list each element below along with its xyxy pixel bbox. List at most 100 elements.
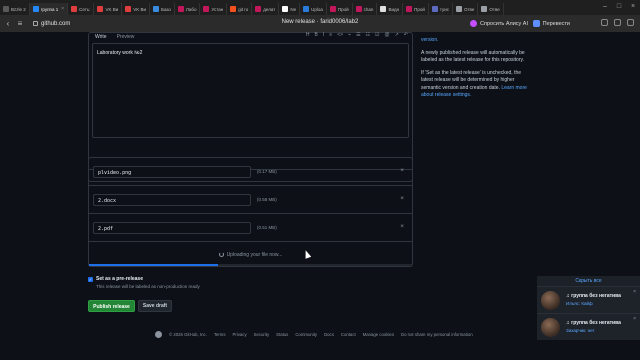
browser-tab[interactable]: Сеть: <box>68 3 95 15</box>
toolbar-icon[interactable]: ☑ <box>375 32 379 38</box>
translate-button[interactable]: Перевести <box>532 18 570 29</box>
prerelease-checkbox[interactable]: ✓ <box>88 277 93 282</box>
tab-write[interactable]: Write <box>95 34 107 40</box>
alice-button[interactable]: Спросить Алису AI <box>470 18 528 29</box>
close-icon[interactable]: × <box>633 316 636 322</box>
remove-file-icon[interactable]: × <box>400 167 404 174</box>
maximize-icon[interactable]: □ <box>612 0 626 15</box>
extensions-icon[interactable] <box>614 19 621 26</box>
footer-link[interactable]: Terms <box>214 332 226 337</box>
close-window-icon[interactable]: × <box>626 0 640 15</box>
footer-link[interactable]: Security <box>254 332 270 337</box>
upload-progress-fill <box>89 264 219 266</box>
browser-tab[interactable]: Bzzle 2 <box>0 3 30 15</box>
tab-favicon-icon <box>455 6 462 12</box>
bookmark-icon[interactable] <box>601 19 608 26</box>
toolbar-icon[interactable]: H <box>306 32 310 38</box>
browser-tab[interactable]: chan <box>353 3 378 15</box>
browser-tab[interactable]: Отве <box>478 3 504 15</box>
tab-favicon-icon <box>177 6 184 12</box>
browser-tab[interactable]: Базо <box>150 3 175 15</box>
url-field[interactable]: github.com <box>28 18 75 30</box>
browser-tab[interactable]: VK Ви <box>94 3 123 15</box>
page-footer: © 2026 GitHub, Inc. Terms Privacy Security S… <box>155 331 473 338</box>
window-controls: – □ × <box>598 0 640 15</box>
copyright: © 2026 GitHub, Inc. <box>169 332 207 337</box>
back-icon[interactable]: ‹ <box>4 19 12 29</box>
description-textarea[interactable]: Laboratory work №2 <box>92 43 409 138</box>
browser-tab-label: git ro <box>238 6 249 12</box>
browser-tab[interactable]: делат <box>252 3 280 15</box>
prerelease-label[interactable]: Set as a pre-release <box>96 276 143 282</box>
footer-link[interactable]: Contact <box>341 332 356 337</box>
browser-tab[interactable]: Uploa <box>300 3 327 15</box>
tab-favicon-icon <box>303 6 310 12</box>
toolbar-icon[interactable]: ↗ <box>395 32 399 38</box>
browser-tab[interactable]: Отве <box>453 3 479 15</box>
download-icon[interactable] <box>627 19 634 26</box>
notification-message: Ильяс: Кайф <box>566 301 593 306</box>
footer-link[interactable]: Docs <box>324 332 334 337</box>
menu-icon[interactable]: ≡ <box>16 19 24 29</box>
toolbar-icon[interactable]: ☷ <box>366 32 370 38</box>
browser-tab[interactable]: VK Ви <box>122 3 150 15</box>
close-tab-icon[interactable]: × <box>61 6 64 12</box>
footer-link[interactable]: Manage cookies <box>363 332 394 337</box>
toolbar-icon[interactable]: ↶ <box>404 32 408 38</box>
toolbar-icon[interactable]: ≡ <box>329 32 332 38</box>
github-logo-icon[interactable] <box>155 331 162 338</box>
browser-tab[interactable]: Видн <box>377 3 404 15</box>
footer-link[interactable]: Community <box>295 332 317 337</box>
tab-favicon-icon <box>406 6 413 12</box>
address-bar: ‹ ≡ github.com New release · farid0006/l… <box>0 15 640 32</box>
footer-link[interactable]: Privacy <box>233 332 247 337</box>
avatar <box>541 318 560 337</box>
browser-tab[interactable]: Прой <box>327 3 353 15</box>
toolbar-icon[interactable]: ⌁ <box>348 32 351 38</box>
toolbar-icon[interactable]: @ <box>385 32 390 38</box>
browser-tab[interactable]: Прой <box>403 3 429 15</box>
version-link[interactable]: version. <box>421 37 531 45</box>
file-size: (0.58 MB) <box>257 197 277 202</box>
attached-files: plvideo.png (0.17 MB) × 2.docx (0.58 MB)… <box>88 157 413 267</box>
tab-favicon-icon <box>255 6 262 12</box>
hide-all-notifications[interactable]: Скрыть все <box>537 276 640 286</box>
close-icon[interactable]: × <box>633 289 636 295</box>
footer-link[interactable]: Status <box>276 332 288 337</box>
tab-favicon-icon <box>380 6 387 12</box>
notification-item[interactable]: ♫ группа без негатива Захарчик: нет × <box>537 313 640 340</box>
minimize-icon[interactable]: – <box>598 0 612 15</box>
publish-release-button[interactable]: Publish release <box>88 300 135 312</box>
alice-icon <box>470 20 478 27</box>
remove-file-icon[interactable]: × <box>400 195 404 202</box>
toolbar-icon[interactable]: <> <box>337 32 343 38</box>
notification-message: Захарчик: нет <box>566 328 595 333</box>
browser-tab-label: VK Ви <box>133 6 146 12</box>
browser-tab[interactable]: git ro <box>227 3 253 15</box>
upload-progress-bar <box>89 264 412 266</box>
browser-tab-label: Отве <box>489 6 500 12</box>
file-row: 2.docx (0.58 MB) × <box>89 186 412 214</box>
footer-link[interactable]: Do not share my personal information <box>401 332 473 337</box>
toolbar-icon[interactable]: B <box>315 32 318 38</box>
file-name-input[interactable]: plvideo.png <box>93 166 251 178</box>
browser-tab-label: Прой <box>337 6 349 12</box>
save-draft-button[interactable]: Save draft <box>138 300 172 312</box>
tab-favicon-icon <box>203 6 210 12</box>
tab-favicon-icon <box>3 6 9 12</box>
tab-preview[interactable]: Preview <box>117 34 135 40</box>
browser-tab-label: Базо <box>161 6 171 12</box>
toolbar-icon[interactable]: I <box>323 32 324 38</box>
file-name-input[interactable]: 2.docx <box>93 194 251 206</box>
browser-tab[interactable]: Лабо <box>175 3 201 15</box>
remove-file-icon[interactable]: × <box>400 223 404 230</box>
translate-label: Перевести <box>542 20 570 27</box>
browser-tab[interactable]: Устан <box>200 3 228 15</box>
toolbar-icon[interactable]: ☰ <box>356 32 360 38</box>
file-name-input[interactable]: 2.pdf <box>93 222 251 234</box>
browser-tab[interactable]: группа 1 × <box>29 3 69 15</box>
browser-tab[interactable]: туис <box>429 3 453 15</box>
browser-tab[interactable]: Ne <box>279 3 301 15</box>
notification-item[interactable]: ♫ группа без негатива Ильяс: Кайф × <box>537 286 640 313</box>
browser-tab-label: Uploa <box>311 6 323 12</box>
